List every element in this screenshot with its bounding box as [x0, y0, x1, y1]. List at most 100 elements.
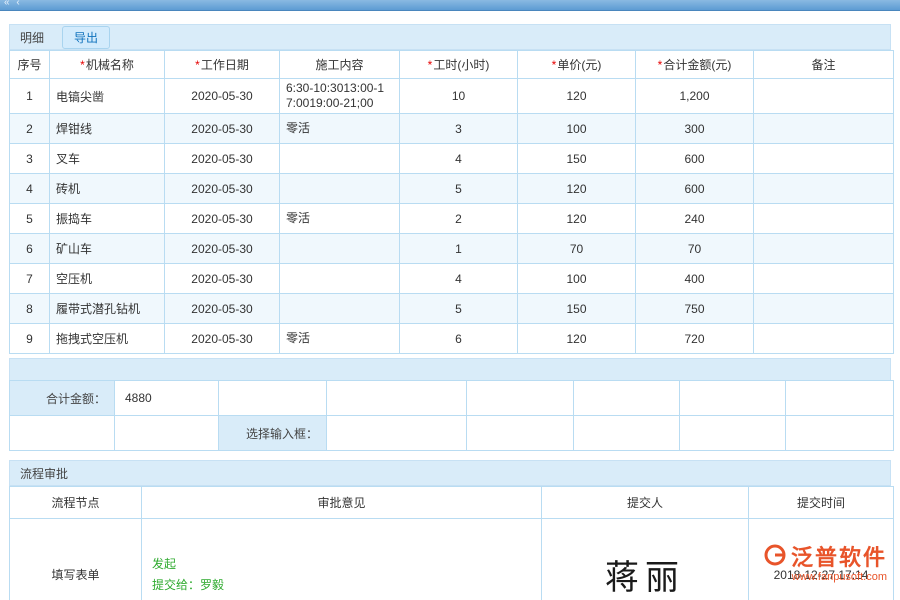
table-row: 7空压机2020-05-304100400 — [10, 264, 894, 294]
col-header-machine-name: *机械名称 — [50, 51, 165, 79]
summary-row-select: 选择输入框： — [10, 416, 894, 451]
cell-total: 70 — [636, 234, 754, 264]
cell-content: 零活 — [280, 324, 400, 354]
cell-seq: 6 — [10, 234, 50, 264]
cell-content — [280, 234, 400, 264]
cell-name: 叉车 — [50, 144, 165, 174]
cell-date: 2020-05-30 — [165, 114, 280, 144]
cell-price: 150 — [518, 294, 636, 324]
table-row: 3叉车2020-05-304150600 — [10, 144, 894, 174]
col-header-approval-opinion: 审批意见 — [142, 487, 542, 519]
cell-hours: 3 — [400, 114, 518, 144]
cell-date: 2020-05-30 — [165, 144, 280, 174]
export-button[interactable]: 导出 — [62, 26, 110, 49]
detail-table-header: 序号 *机械名称 *工作日期 施工内容 *工时(小时) *单价(元) *合计金额… — [10, 51, 894, 79]
cell-remark — [754, 324, 894, 354]
col-header-total-amount: *合计金额(元) — [636, 51, 754, 79]
empty-cell — [786, 416, 894, 451]
total-amount-value: 4880 — [115, 381, 219, 416]
summary-table: 合计金额： 4880 选择输入框： — [9, 380, 894, 451]
cell-remark — [754, 204, 894, 234]
empty-cell — [327, 381, 467, 416]
cell-remark — [754, 234, 894, 264]
empty-cell — [574, 381, 680, 416]
cell-price: 100 — [518, 114, 636, 144]
cell-price: 120 — [518, 79, 636, 114]
empty-cell — [680, 381, 786, 416]
cell-remark — [754, 144, 894, 174]
cell-total: 1,200 — [636, 79, 754, 114]
col-header-unit-price: *单价(元) — [518, 51, 636, 79]
col-header-seq: 序号 — [10, 51, 50, 79]
cell-name: 空压机 — [50, 264, 165, 294]
cell-hours: 5 — [400, 294, 518, 324]
required-mark: * — [428, 58, 433, 72]
cell-name: 履带式潜孔钻机 — [50, 294, 165, 324]
cell-content — [280, 294, 400, 324]
approval-table: 流程节点 审批意见 提交人 提交时间 填写表单 发起 提交给：罗毅 蒋丽 201… — [9, 486, 894, 600]
table-row: 5振捣车2020-05-30零活2120240 — [10, 204, 894, 234]
cell-seq: 8 — [10, 294, 50, 324]
detail-table: 序号 *机械名称 *工作日期 施工内容 *工时(小时) *单价(元) *合计金额… — [9, 50, 894, 354]
cell-hours: 4 — [400, 264, 518, 294]
col-header-submit-time: 提交时间 — [749, 487, 894, 519]
cell-date: 2020-05-30 — [165, 174, 280, 204]
col-header-work-hours: *工时(小时) — [400, 51, 518, 79]
cell-hours: 1 — [400, 234, 518, 264]
approval-submitter-cell: 蒋丽 — [542, 519, 749, 600]
detail-section-header: 明细 导出 — [9, 24, 891, 50]
approval-row: 填写表单 发起 提交给：罗毅 蒋丽 2018-12-27 17:14 — [10, 519, 894, 600]
select-input-field[interactable] — [327, 416, 467, 451]
approval-title: 流程审批 — [20, 465, 68, 482]
cell-date: 2020-05-30 — [165, 264, 280, 294]
empty-cell — [115, 416, 219, 451]
top-toolbar-strip: « ‹ — [0, 0, 900, 11]
cell-content — [280, 144, 400, 174]
total-amount-label: 合计金额： — [10, 381, 115, 416]
required-mark: * — [658, 58, 663, 72]
cell-name: 电镐尖凿 — [50, 79, 165, 114]
table-row: 8履带式潜孔钻机2020-05-305150750 — [10, 294, 894, 324]
cell-total: 240 — [636, 204, 754, 234]
cell-hours: 5 — [400, 174, 518, 204]
col-header-process-node: 流程节点 — [10, 487, 142, 519]
cell-hours: 6 — [400, 324, 518, 354]
required-mark: * — [195, 58, 200, 72]
cell-remark — [754, 79, 894, 114]
select-input-label: 选择输入框： — [219, 416, 327, 451]
cell-price: 100 — [518, 264, 636, 294]
col-header-work-date: *工作日期 — [165, 51, 280, 79]
approval-section-header: 流程审批 — [9, 460, 891, 486]
cell-seq: 3 — [10, 144, 50, 174]
cell-content — [280, 264, 400, 294]
detail-table-body: 1电镐尖凿2020-05-306:30-10:3013:00-17:0019:0… — [10, 79, 894, 354]
required-mark: * — [552, 58, 557, 72]
cell-total: 600 — [636, 144, 754, 174]
cell-seq: 2 — [10, 114, 50, 144]
cell-remark — [754, 294, 894, 324]
empty-cell — [10, 416, 115, 451]
col-header-submitter: 提交人 — [542, 487, 749, 519]
opinion-action: 发起 — [152, 554, 535, 575]
cell-price: 120 — [518, 204, 636, 234]
empty-cell — [219, 381, 327, 416]
summary-row-total: 合计金额： 4880 — [10, 381, 894, 416]
approval-opinion-cell: 发起 提交给：罗毅 — [142, 519, 542, 600]
cell-remark — [754, 264, 894, 294]
cell-name: 焊钳线 — [50, 114, 165, 144]
table-row: 4砖机2020-05-305120600 — [10, 174, 894, 204]
empty-cell — [680, 416, 786, 451]
cell-seq: 9 — [10, 324, 50, 354]
empty-cell — [467, 381, 574, 416]
cell-content: 零活 — [280, 204, 400, 234]
empty-cell — [574, 416, 680, 451]
cell-date: 2020-05-30 — [165, 324, 280, 354]
empty-cell — [786, 381, 894, 416]
table-row: 1电镐尖凿2020-05-306:30-10:3013:00-17:0019:0… — [10, 79, 894, 114]
col-header-construction-content: 施工内容 — [280, 51, 400, 79]
scroll-nav-arrows-icon[interactable]: « ‹ — [4, 0, 22, 8]
cell-seq: 7 — [10, 264, 50, 294]
approval-table-header: 流程节点 审批意见 提交人 提交时间 — [10, 487, 894, 519]
required-mark: * — [80, 58, 85, 72]
cell-hours: 2 — [400, 204, 518, 234]
